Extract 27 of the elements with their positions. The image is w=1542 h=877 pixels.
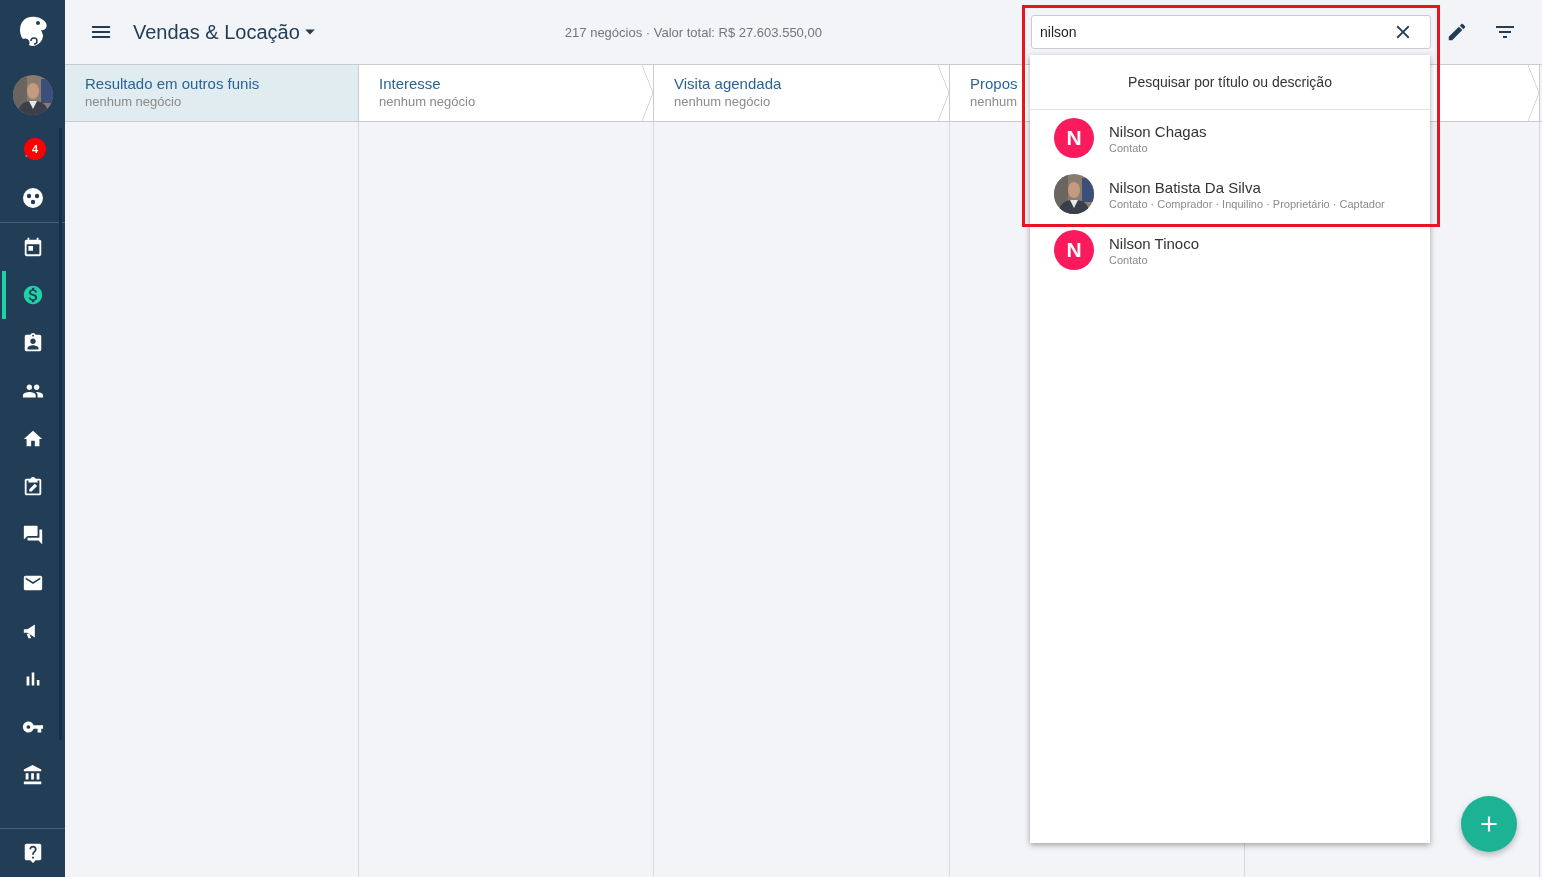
- stage-title: Visita agendada: [674, 75, 782, 92]
- search-field[interactable]: nilson: [1031, 15, 1431, 49]
- notification-badge: 4: [24, 138, 46, 160]
- stage-deal-count: nenhum negócio: [379, 94, 476, 109]
- letter-avatar: N: [1054, 230, 1094, 270]
- pipeline-dropdown[interactable]: Vendas & Locação: [133, 20, 316, 44]
- search-hint: Pesquisar por título ou descrição: [1030, 55, 1430, 110]
- stage-deal-count: nenhum negócio: [674, 94, 771, 109]
- result-roles: Contato: [1109, 141, 1149, 154]
- search-result[interactable]: N Nilson Tinoco Contato: [1030, 222, 1430, 278]
- result-name: Nilson Tinoco: [1109, 234, 1200, 252]
- letter-avatar: N: [1054, 118, 1094, 158]
- stage-header[interactable]: Resultado em outros funis nenhum negócio: [65, 65, 359, 121]
- stage-deal-count: nenhum negócio: [85, 94, 182, 109]
- stage-title: Resultado em outros funis: [85, 75, 260, 92]
- search-result[interactable]: Nilson Batista Da Silva Contato · Comprador · Inquilino · Proprietário · Captador: [1030, 166, 1430, 222]
- search-result[interactable]: N Nilson Chagas Contato: [1030, 110, 1430, 166]
- result-roles: Contato: [1109, 253, 1149, 266]
- result-roles: Contato · Comprador · Inquilino · Proprietário · Captador: [1109, 197, 1385, 210]
- deals-summary: 217 negócios · Valor total: R$ 27.603.550,00: [563, 24, 823, 40]
- result-name: Nilson Batista Da Silva: [1109, 178, 1262, 196]
- stage-header[interactable]: Interesse nenhum negócio: [359, 65, 654, 121]
- stage-header[interactable]: Visita agendada nenhum negócio: [654, 65, 950, 121]
- result-name: Nilson Chagas: [1109, 122, 1207, 140]
- stage-title: Interesse: [379, 75, 441, 92]
- stage-title: Propos: [970, 75, 1018, 92]
- stage-deal-count: nenhum: [970, 94, 1017, 109]
